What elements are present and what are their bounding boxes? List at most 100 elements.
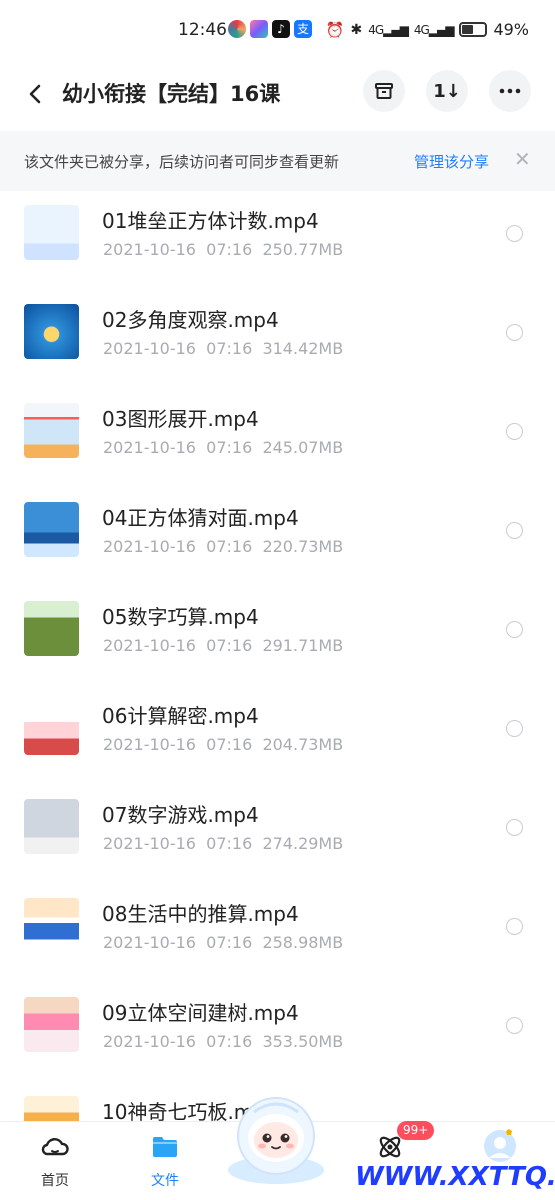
app-page: 12:46 ♪ 支 ⏰ ✱ 4G▂▄▆ 4G▂▄▆ 49% 幼小衔接【完结】16… bbox=[0, 0, 555, 1200]
video-thumbnail bbox=[24, 205, 79, 260]
bluetooth-icon: ✱ bbox=[350, 21, 363, 38]
select-checkbox[interactable] bbox=[506, 1017, 523, 1034]
video-thumbnail bbox=[24, 601, 79, 656]
file-size: 274.29MB bbox=[262, 834, 344, 853]
avatar-icon bbox=[484, 1129, 516, 1162]
back-button[interactable] bbox=[18, 76, 54, 112]
sort-icon: 1↓ bbox=[433, 80, 461, 102]
select-checkbox[interactable] bbox=[506, 918, 523, 935]
alarm-icon: ⏰ bbox=[325, 20, 345, 39]
more-horizontal-icon bbox=[499, 88, 521, 94]
file-meta: 2021-10-16 07:16 220.73MB bbox=[103, 537, 343, 556]
file-meta: 2021-10-16 07:16 314.42MB bbox=[103, 339, 343, 358]
network-indicator-2: 4G▂▄▆ bbox=[413, 22, 455, 37]
file-time: 07:16 bbox=[206, 735, 253, 754]
select-checkbox[interactable] bbox=[506, 324, 523, 341]
watermark: WWW.XXTTQ.COM bbox=[355, 1162, 555, 1192]
file-name: 09立体空间建树.mp4 bbox=[102, 1001, 299, 1025]
file-size: 220.73MB bbox=[262, 537, 344, 556]
file-meta: 2021-10-16 07:16 291.71MB bbox=[103, 636, 343, 655]
file-time: 07:16 bbox=[206, 339, 253, 358]
file-date: 2021-10-16 bbox=[103, 735, 196, 754]
video-thumbnail bbox=[24, 898, 79, 953]
file-time: 07:16 bbox=[206, 537, 253, 556]
file-time: 07:16 bbox=[206, 240, 253, 259]
file-date: 2021-10-16 bbox=[103, 537, 196, 556]
notification-badge: 99+ bbox=[397, 1121, 435, 1140]
assistant-mascot-button[interactable] bbox=[222, 1092, 330, 1184]
network-indicator: 4G▂▄▆ bbox=[368, 22, 409, 37]
status-bar: 12:46 ♪ 支 ⏰ ✱ 4G▂▄▆ 4G▂▄▆ 49% bbox=[0, 0, 555, 62]
video-thumbnail bbox=[24, 403, 79, 458]
file-row[interactable]: 02多角度观察.mp4 2021-10-16 07:16 314.42MB bbox=[0, 290, 555, 389]
select-checkbox[interactable] bbox=[506, 225, 523, 242]
share-banner: 该文件夹已被分享，后续访问者可同步查看更新 管理该分享 ✕ bbox=[0, 131, 555, 191]
file-date: 2021-10-16 bbox=[103, 933, 196, 952]
title-bar: 幼小衔接【完结】16课 1↓ bbox=[0, 62, 555, 128]
file-name: 04正方体猜对面.mp4 bbox=[102, 506, 299, 530]
select-checkbox[interactable] bbox=[506, 423, 523, 440]
tab-files[interactable]: 文件 bbox=[125, 1122, 205, 1200]
select-checkbox[interactable] bbox=[506, 621, 523, 638]
chevron-left-icon bbox=[29, 84, 41, 104]
video-thumbnail bbox=[24, 997, 79, 1052]
file-size: 258.98MB bbox=[262, 933, 344, 952]
tab-home[interactable]: 首页 bbox=[15, 1122, 95, 1200]
file-date: 2021-10-16 bbox=[103, 834, 196, 853]
file-name: 02多角度观察.mp4 bbox=[102, 308, 279, 332]
file-size: 204.73MB bbox=[262, 735, 344, 754]
file-row[interactable]: 01堆垒正方体计数.mp4 2021-10-16 07:16 250.77MB bbox=[0, 191, 555, 290]
file-row[interactable]: 08生活中的推算.mp4 2021-10-16 07:16 258.98MB bbox=[0, 884, 555, 983]
video-thumbnail bbox=[24, 502, 79, 557]
share-banner-text: 该文件夹已被分享，后续访问者可同步查看更新 bbox=[24, 153, 340, 171]
file-meta: 2021-10-16 07:16 250.77MB bbox=[103, 240, 343, 259]
select-checkbox[interactable] bbox=[506, 720, 523, 737]
file-row[interactable]: 09立体空间建树.mp4 2021-10-16 07:16 353.50MB bbox=[0, 983, 555, 1082]
file-meta: 2021-10-16 07:16 204.73MB bbox=[103, 735, 343, 754]
file-list: 01堆垒正方体计数.mp4 2021-10-16 07:16 250.77MB 02… bbox=[0, 191, 555, 1121]
file-time: 07:16 bbox=[206, 834, 253, 853]
select-checkbox[interactable] bbox=[506, 819, 523, 836]
file-size: 314.42MB bbox=[262, 339, 344, 358]
sort-button[interactable]: 1↓ bbox=[426, 70, 468, 112]
file-row[interactable]: 03图形展开.mp4 2021-10-16 07:16 245.07MB bbox=[0, 389, 555, 488]
page-title: 幼小衔接【完结】16课 bbox=[62, 82, 281, 106]
tiktok-icon: ♪ bbox=[272, 20, 290, 38]
file-meta: 2021-10-16 07:16 245.07MB bbox=[103, 438, 343, 457]
app-notification-icon bbox=[250, 20, 268, 38]
folder-icon bbox=[153, 1137, 177, 1157]
file-time: 07:16 bbox=[206, 933, 253, 952]
file-time: 07:16 bbox=[206, 1032, 253, 1051]
video-thumbnail bbox=[24, 304, 79, 359]
video-thumbnail bbox=[24, 1096, 79, 1121]
file-row[interactable]: 04正方体猜对面.mp4 2021-10-16 07:16 220.73MB bbox=[0, 488, 555, 587]
file-time: 07:16 bbox=[206, 438, 253, 457]
file-meta: 2021-10-16 07:16 274.29MB bbox=[103, 834, 343, 853]
file-row[interactable]: 07数字游戏.mp4 2021-10-16 07:16 274.29MB bbox=[0, 785, 555, 884]
file-date: 2021-10-16 bbox=[103, 240, 196, 259]
status-right: ⏰ ✱ 4G▂▄▆ 4G▂▄▆ 49% bbox=[326, 20, 529, 39]
cloud-icon bbox=[41, 1138, 69, 1156]
file-meta: 2021-10-16 07:16 258.98MB bbox=[103, 933, 343, 952]
file-row[interactable]: 06计算解密.mp4 2021-10-16 07:16 204.73MB bbox=[0, 686, 555, 785]
mascot-icon bbox=[228, 1097, 324, 1184]
file-date: 2021-10-16 bbox=[103, 1032, 196, 1051]
app-notification-icon bbox=[228, 20, 246, 38]
archive-icon bbox=[375, 83, 393, 99]
file-name: 01堆垒正方体计数.mp4 bbox=[102, 209, 319, 233]
more-button[interactable] bbox=[489, 70, 531, 112]
manage-share-link[interactable]: 管理该分享 bbox=[414, 151, 489, 172]
file-name: 05数字巧算.mp4 bbox=[102, 605, 259, 629]
close-icon[interactable]: ✕ bbox=[514, 147, 531, 171]
file-size: 250.77MB bbox=[262, 240, 344, 259]
video-thumbnail bbox=[24, 700, 79, 755]
file-row[interactable]: 05数字巧算.mp4 2021-10-16 07:16 291.71MB bbox=[0, 587, 555, 686]
select-checkbox[interactable] bbox=[506, 522, 523, 539]
tab-home-label: 首页 bbox=[41, 1173, 69, 1189]
archive-button[interactable] bbox=[363, 70, 405, 112]
status-time: 12:46 bbox=[178, 20, 227, 40]
file-date: 2021-10-16 bbox=[103, 438, 196, 457]
file-size: 353.50MB bbox=[262, 1032, 344, 1051]
file-time: 07:16 bbox=[206, 636, 253, 655]
file-meta: 2021-10-16 07:16 353.50MB bbox=[103, 1032, 343, 1051]
